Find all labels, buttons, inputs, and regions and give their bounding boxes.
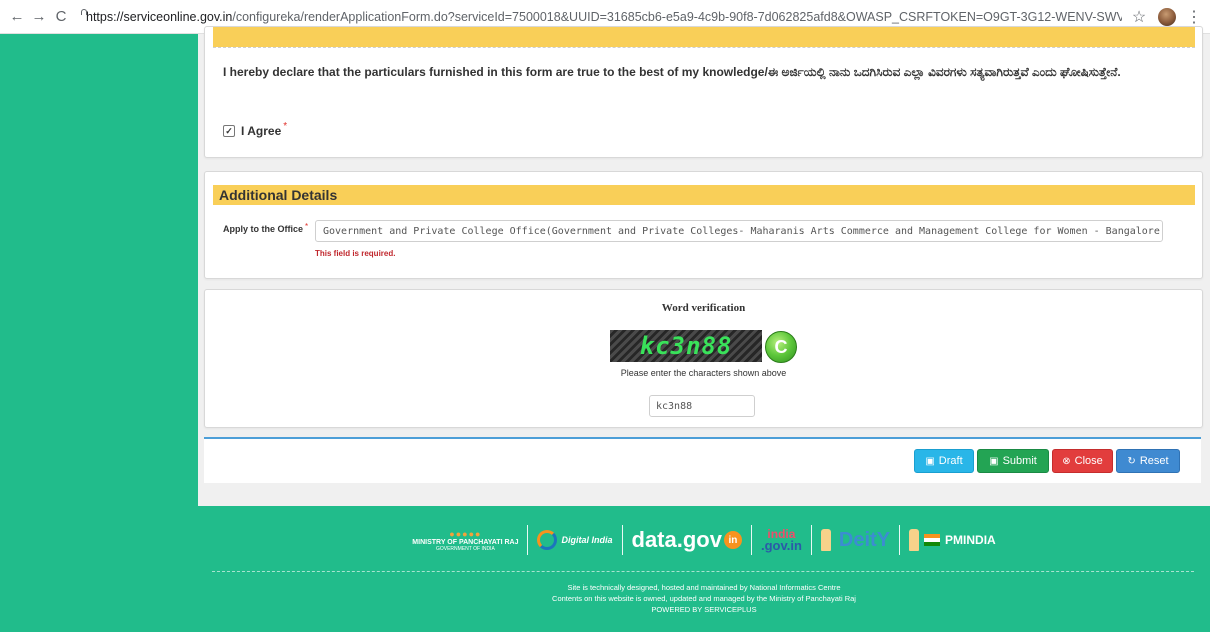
india-gov-text-bottom: .gov.in bbox=[760, 538, 802, 553]
save-icon: ▣ bbox=[925, 455, 935, 467]
required-mark: * bbox=[305, 222, 309, 231]
national-emblem-icon bbox=[820, 529, 831, 551]
close-button[interactable]: ⊗ Close bbox=[1052, 449, 1113, 473]
office-label: Apply to the Office bbox=[223, 224, 304, 234]
pmindia-text: PMINDIA bbox=[945, 533, 996, 547]
captcha-image: kc3n88 bbox=[610, 330, 762, 362]
refresh-captcha-icon[interactable]: C bbox=[765, 331, 797, 363]
footer: ●●●●● MINISTRY OF PANCHAYATI RAJ GOVERNM… bbox=[198, 506, 1210, 632]
required-mark: * bbox=[283, 120, 288, 132]
mopr-subtitle: GOVERNMENT OF INDIA bbox=[435, 545, 495, 552]
section-title: Additional Details bbox=[213, 185, 1195, 205]
close-circle-icon: ⊗ bbox=[1062, 455, 1071, 467]
url-path: /configureka/renderApplicationForm.do?se… bbox=[232, 9, 1122, 24]
digital-india-logo[interactable]: Digital India bbox=[537, 530, 613, 550]
data-gov-text: data.gov bbox=[631, 527, 722, 552]
data-gov-badge: in bbox=[723, 531, 742, 549]
browser-menu-icon[interactable]: ⋮ bbox=[1186, 7, 1202, 27]
mopr-emblem-icon: ●●●●● bbox=[449, 528, 482, 539]
verification-title: Word verification bbox=[661, 302, 746, 314]
national-emblem-icon bbox=[909, 529, 920, 551]
divider bbox=[212, 571, 1194, 572]
close-label: Close bbox=[1074, 455, 1103, 467]
action-bar: ▣ Draft ▣ Submit ⊗ Close ↻ Reset bbox=[204, 437, 1201, 483]
india-flag-icon bbox=[924, 534, 941, 546]
divider bbox=[750, 525, 752, 555]
declaration-panel: I hereby declare that the particulars fu… bbox=[204, 26, 1203, 158]
deity-logo[interactable]: DeitY bbox=[820, 528, 891, 552]
office-label-row: Apply to the Office * bbox=[223, 222, 309, 234]
divider bbox=[810, 525, 812, 555]
refresh-icon: ↻ bbox=[1127, 455, 1136, 467]
office-select[interactable]: Government and Private College Office(Go… bbox=[315, 220, 1163, 242]
partner-logos: ●●●●● MINISTRY OF PANCHAYATI RAJ GOVERNM… bbox=[198, 520, 1210, 560]
divider bbox=[213, 47, 1195, 48]
profile-avatar[interactable] bbox=[1158, 7, 1176, 26]
submit-button[interactable]: ▣ Submit bbox=[977, 449, 1049, 473]
forward-icon[interactable]: → bbox=[28, 6, 50, 28]
digital-india-text: Digital India bbox=[561, 535, 613, 545]
reset-label: Reset bbox=[1139, 455, 1169, 467]
additional-details-panel: Additional Details Apply to the Office * … bbox=[204, 171, 1203, 279]
footer-credits: Site is technically designed, hosted and… bbox=[198, 582, 1210, 615]
pmindia-logo[interactable]: PMINDIA bbox=[909, 529, 996, 551]
agree-checkbox[interactable]: ✓ bbox=[223, 125, 235, 137]
back-icon[interactable]: ← bbox=[6, 6, 28, 28]
divider bbox=[621, 525, 623, 555]
save-icon: ▣ bbox=[989, 455, 999, 467]
captcha-input[interactable]: kc3n88 bbox=[649, 395, 755, 417]
digital-india-icon bbox=[537, 530, 558, 550]
word-verification-panel: Word verification kc3n88 C Please enter … bbox=[204, 289, 1203, 428]
data-gov-logo[interactable]: data.gov in bbox=[632, 527, 742, 553]
declaration-header bbox=[213, 27, 1195, 47]
footer-line-3: POWERED BY SERVICEPLUS bbox=[651, 605, 757, 614]
mopr-name: MINISTRY OF PANCHAYATI RAJ bbox=[412, 538, 519, 546]
divider bbox=[527, 525, 529, 555]
agree-label: I Agree bbox=[241, 124, 282, 138]
captcha-hint: Please enter the characters shown above bbox=[620, 368, 787, 378]
india-gov-logo[interactable]: india .gov.in bbox=[761, 528, 802, 552]
agree-checkbox-row[interactable]: ✓ I Agree * bbox=[223, 120, 288, 138]
declaration-text: I hereby declare that the particulars fu… bbox=[223, 65, 1121, 79]
left-sidebar bbox=[0, 34, 198, 632]
field-error: This field is required. bbox=[315, 249, 396, 258]
reset-button[interactable]: ↻ Reset bbox=[1116, 449, 1180, 473]
footer-line-2: Contents on this website is owned, updat… bbox=[552, 594, 856, 603]
divider bbox=[899, 525, 901, 555]
mopr-logo[interactable]: ●●●●● MINISTRY OF PANCHAYATI RAJ GOVERNM… bbox=[412, 529, 518, 552]
url-host: https://serviceonline.gov.in bbox=[86, 9, 233, 24]
draft-label: Draft bbox=[938, 455, 963, 467]
submit-label: Submit bbox=[1002, 455, 1037, 467]
main-content: I hereby declare that the particulars fu… bbox=[198, 26, 1210, 632]
bookmark-star-icon[interactable]: ☆ bbox=[1128, 7, 1150, 27]
reload-icon[interactable]: C bbox=[50, 6, 72, 28]
deity-text: DeitY bbox=[838, 528, 891, 551]
draft-button[interactable]: ▣ Draft bbox=[914, 449, 974, 473]
footer-line-1: Site is technically designed, hosted and… bbox=[567, 583, 841, 592]
